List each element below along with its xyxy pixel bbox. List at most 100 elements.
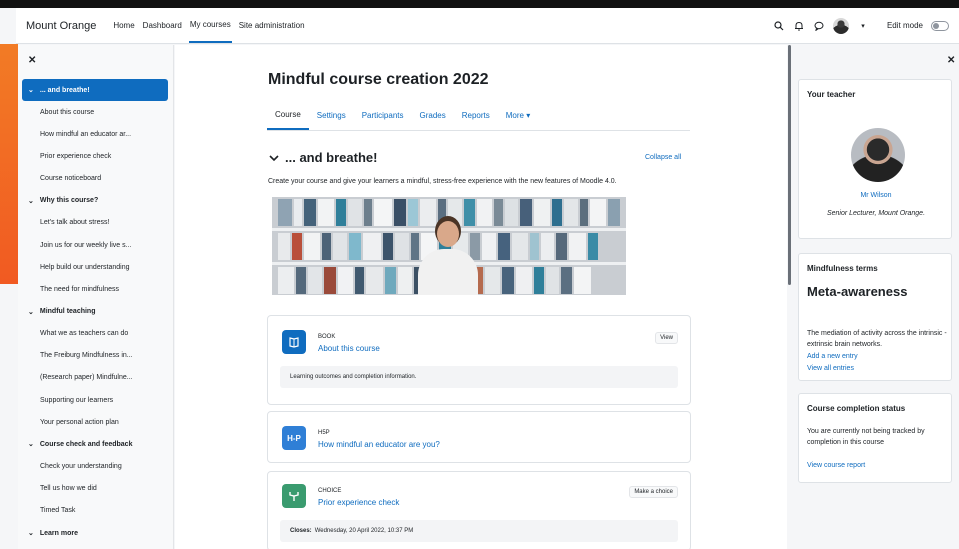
course-index-item[interactable]: Let's talk about stress!	[22, 212, 168, 234]
chevron-down-icon[interactable]: ⌄	[28, 440, 34, 448]
chat-bubble-icon[interactable]	[813, 20, 825, 32]
user-avatar[interactable]	[832, 17, 849, 34]
top-navbar: Mount Orange Home Dashboard My courses S…	[16, 8, 959, 44]
course-index-section[interactable]: ⌄ Why this course?	[22, 190, 168, 212]
tab-more[interactable]: More ▾	[498, 101, 538, 130]
course-index-item[interactable]: Course noticeboard	[22, 168, 168, 190]
activity-card-h5p: H-P H5P How mindful an educator are you?	[267, 411, 691, 463]
course-index-item[interactable]: About this course	[22, 101, 168, 123]
block-drawer: ✕ Your teacher Mr Wilson Senior Lecturer…	[792, 45, 959, 549]
window-top-edge	[0, 0, 959, 8]
chevron-down-icon[interactable]: ⌄	[28, 197, 34, 205]
site-brand[interactable]: Mount Orange	[26, 20, 96, 32]
section-banner-image	[272, 197, 626, 295]
add-entry-link[interactable]: Add a new entry	[807, 353, 858, 360]
section-description: Create your course and give your learner…	[268, 178, 617, 185]
chevron-down-icon[interactable]: ⌄	[28, 529, 34, 537]
block-title: Mindfulness terms	[807, 264, 878, 273]
course-index-item[interactable]: What we as teachers can do	[22, 323, 168, 345]
closes-label: Closes:	[290, 528, 312, 534]
tab-grades[interactable]: Grades	[412, 101, 454, 130]
view-all-entries-link[interactable]: View all entries	[807, 365, 854, 372]
activity-card-choice: Choice Prior experience check Make a cho…	[267, 471, 691, 549]
course-index-drawer: ✕ ⌄ ... and breathe! About this course How …	[18, 45, 174, 549]
teacher-role: Senior Lecturer, Mount Orange.	[826, 210, 926, 217]
course-index-item[interactable]: The Freiburg Mindfulness in...	[22, 345, 168, 367]
glossary-term: Meta-awareness	[807, 284, 908, 299]
close-blocks-icon[interactable]: ✕	[947, 55, 955, 66]
closes-date: Wednesday, 20 April 2022, 10:37 PM	[314, 528, 414, 534]
activity-link[interactable]: How mindful an educator are you?	[318, 440, 440, 449]
h5p-icon: H-P	[282, 426, 306, 450]
course-index-section-label: Why this course?	[39, 197, 99, 205]
course-index-section[interactable]: ⌄ ... and breathe!	[22, 79, 168, 101]
edit-mode-label: Edit mode	[886, 21, 923, 30]
tab-reports[interactable]: Reports	[454, 101, 498, 130]
course-index: ⌄ ... and breathe! About this course How mi…	[22, 79, 168, 544]
search-icon[interactable]	[773, 20, 785, 32]
nav-my-courses[interactable]: My courses	[188, 8, 232, 43]
tab-course[interactable]: Course	[267, 101, 309, 130]
activity-info: Learning outcomes and completion informa…	[280, 366, 678, 388]
block-title: Course completion status	[807, 404, 906, 413]
activity-link[interactable]: About this course	[318, 344, 380, 353]
block-mindfulness-terms: Mindfulness terms Meta-awareness The med…	[798, 253, 952, 381]
activity-card-book: Book About this course View Learning out…	[267, 315, 691, 405]
choice-icon	[282, 484, 306, 508]
chevron-down-icon[interactable]: ▾	[857, 20, 869, 32]
course-index-item[interactable]: Join us for our weekly live s...	[22, 234, 168, 256]
chevron-down-icon	[269, 154, 279, 161]
block-title: Your teacher	[807, 90, 856, 99]
nav-home[interactable]: Home	[112, 8, 135, 43]
course-main: Mindful course creation 2022 Course Sett…	[175, 45, 787, 549]
course-index-section-label: Learn more	[39, 529, 78, 537]
course-index-section-label: Mindful teaching	[39, 308, 96, 315]
course-index-item[interactable]: Supporting our learners	[22, 389, 168, 411]
course-index-item[interactable]: Your personal action plan	[22, 411, 168, 433]
block-your-teacher: Your teacher Mr Wilson Senior Lecturer, …	[798, 79, 952, 239]
nav-site-administration[interactable]: Site administration	[238, 8, 306, 43]
course-index-item[interactable]: (Research paper) Mindfulne...	[22, 367, 168, 389]
course-index-section[interactable]: ⌄ Mindful teaching	[22, 301, 168, 323]
activity-type: Book	[318, 334, 336, 340]
make-a-choice-button[interactable]: Make a choice	[629, 486, 678, 498]
course-index-item[interactable]: Timed Task	[22, 500, 168, 522]
course-index-section-label: ... and breathe!	[39, 86, 90, 94]
block-course-completion: Course completion status You are current…	[798, 393, 952, 483]
activity-type: H5P	[318, 430, 330, 436]
tab-settings[interactable]: Settings	[309, 101, 354, 130]
activity-info: Closes: Wednesday, 20 April 2022, 10:37 …	[280, 520, 678, 542]
primary-nav: Home Dashboard My courses Site administr…	[112, 8, 311, 43]
course-index-section[interactable]: ⌄ Course check and feedback	[22, 433, 168, 455]
tab-participants[interactable]: Participants	[354, 101, 412, 130]
nav-dashboard[interactable]: Dashboard	[142, 8, 183, 43]
chevron-down-icon[interactable]: ⌄	[28, 308, 34, 316]
activity-type: Choice	[318, 488, 342, 494]
course-index-item[interactable]: Tell us how we did	[22, 478, 168, 500]
activity-link[interactable]: Prior experience check	[318, 498, 399, 507]
book-icon	[282, 330, 306, 354]
teacher-name-link[interactable]: Mr Wilson	[799, 192, 953, 199]
course-index-item[interactable]: How mindful an educator ar...	[22, 123, 168, 145]
banner-person	[412, 221, 484, 295]
course-index-item[interactable]: Help build our understanding	[22, 256, 168, 278]
bell-icon[interactable]	[793, 20, 805, 32]
course-index-item[interactable]: The need for mindfulness	[22, 278, 168, 300]
section-header[interactable]: ... and breathe!	[269, 150, 377, 165]
close-drawer-icon[interactable]: ✕	[28, 55, 36, 66]
chevron-down-icon[interactable]: ⌄	[28, 86, 34, 94]
glossary-definition: The mediation of activity across the int…	[807, 330, 947, 348]
course-index-section-label: Course check and feedback	[39, 440, 133, 448]
teacher-avatar[interactable]	[851, 128, 905, 182]
main-scrollbar[interactable]	[788, 45, 791, 285]
course-index-item[interactable]: Check your understanding	[22, 455, 168, 477]
brand-strip	[0, 44, 18, 284]
course-index-section[interactable]: ⌄ Learn more	[22, 522, 168, 544]
edit-mode-toggle[interactable]	[931, 20, 949, 31]
section-title: ... and breathe!	[285, 150, 378, 165]
view-course-report-link[interactable]: View course report	[807, 462, 865, 469]
course-index-item[interactable]: Prior experience check	[22, 145, 168, 167]
view-button[interactable]: View	[655, 332, 678, 344]
collapse-all-link[interactable]: Collapse all	[645, 154, 681, 161]
user-menu-area: ▾ Edit mode	[773, 17, 949, 34]
